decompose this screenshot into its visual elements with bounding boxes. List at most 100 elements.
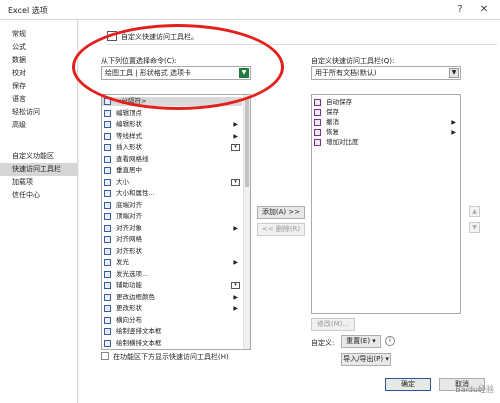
insert-shape-icon bbox=[104, 144, 111, 151]
submenu-arrow-icon: ▶ bbox=[233, 121, 238, 128]
align-top-icon bbox=[104, 213, 111, 220]
command-label: 绘制横排文本框 bbox=[116, 338, 162, 347]
command-label: 编辑形状 bbox=[116, 120, 142, 128]
command-label: 发光 bbox=[116, 258, 129, 266]
nav-item[interactable]: 高级 bbox=[0, 119, 78, 132]
command-row[interactable]: 垂直居中 bbox=[102, 166, 242, 175]
qat-label: 撤消 bbox=[326, 118, 339, 126]
align-bottom-icon bbox=[104, 201, 111, 209]
nav-item[interactable]: 常规 bbox=[0, 28, 78, 41]
move-up-button[interactable]: ▲ bbox=[469, 206, 480, 217]
qat-label: 自动保存 bbox=[326, 98, 352, 106]
save-icon bbox=[314, 109, 321, 116]
contrast-icon bbox=[314, 139, 321, 146]
customize-qat-dropdown[interactable]: 用于所有文档(默认) ▼ bbox=[311, 66, 461, 80]
chevron-down-icon: ▼ bbox=[449, 68, 459, 78]
import-export-dropdown[interactable]: 导入/导出(P) ▾ bbox=[341, 353, 391, 366]
command-label: 插入形状 bbox=[116, 143, 142, 151]
command-label: 垂直居中 bbox=[116, 166, 142, 174]
command-row[interactable]: 编辑形状 ▶ bbox=[102, 120, 242, 129]
command-row[interactable]: 横向分布 bbox=[102, 316, 242, 325]
nav-item[interactable]: 加载项 bbox=[0, 176, 78, 189]
command-label: 查看网格线 bbox=[116, 154, 149, 163]
command-row[interactable]: 对齐对象 ▶ bbox=[102, 224, 242, 233]
qat-row[interactable]: 自动保存 bbox=[312, 98, 460, 107]
command-row[interactable]: 大小 ▾ bbox=[102, 178, 242, 187]
modify-button[interactable]: 修改(M)... bbox=[311, 318, 355, 331]
line-style-icon bbox=[104, 132, 111, 140]
qat-label: 恢复 bbox=[326, 128, 339, 136]
nav-item[interactable]: 自定义功能区 bbox=[0, 150, 78, 163]
align-middle-icon bbox=[104, 167, 111, 174]
snap-grid-icon bbox=[104, 236, 111, 243]
command-label: 底端对齐 bbox=[116, 200, 142, 209]
command-label: 对齐形状 bbox=[116, 246, 142, 255]
command-row[interactable]: 顶端对齐 bbox=[102, 212, 242, 221]
command-label: 编辑顶点 bbox=[116, 108, 142, 117]
command-row[interactable]: 查看网格线 bbox=[102, 155, 242, 164]
command-row[interactable]: 更改形状 ▶ bbox=[102, 304, 242, 313]
change-shape-icon bbox=[104, 305, 111, 312]
command-label: 更改边框颜色 bbox=[116, 292, 155, 301]
command-row[interactable]: 大小和属性... bbox=[102, 189, 242, 198]
autosave-icon bbox=[314, 99, 321, 106]
command-row[interactable]: 对齐网格 bbox=[102, 235, 242, 244]
command-row[interactable]: 绘制横排文本框 bbox=[102, 339, 242, 348]
submenu-arrow-icon: ▶ bbox=[233, 132, 238, 140]
title-bar: Excel 选项 ? ✕ bbox=[0, 0, 500, 20]
command-label: 横向分布 bbox=[116, 315, 142, 324]
help-button[interactable]: ? bbox=[452, 2, 468, 18]
qat-commands-list[interactable]: 自动保存保存撤消 ▶ 恢复 ▶ 增加对比度 bbox=[311, 94, 461, 314]
distribute-h-icon bbox=[104, 316, 111, 324]
command-row[interactable]: 底端对齐 bbox=[102, 201, 242, 210]
qat-label: 增加对比度 bbox=[326, 138, 359, 146]
ok-button[interactable]: 确定 bbox=[385, 378, 431, 391]
dropdown-indicator-icon: ▾ bbox=[231, 178, 240, 186]
nav-item[interactable]: 快速访问工具栏 bbox=[0, 163, 78, 176]
edit-points-icon bbox=[104, 109, 111, 117]
command-row[interactable]: 对齐形状 bbox=[102, 247, 242, 256]
submenu-arrow-icon: ▶ bbox=[233, 293, 238, 301]
dropdown-indicator-icon: ▾ bbox=[231, 144, 240, 151]
scrollbar-thumb[interactable] bbox=[245, 97, 249, 187]
import-export-label: 导入/导出(P) bbox=[343, 355, 384, 363]
gridlines-icon bbox=[104, 155, 111, 163]
command-row[interactable]: 绘制竖排文本框 bbox=[102, 327, 242, 336]
dropdown-indicator-icon: ▾ bbox=[231, 282, 240, 289]
border-color-icon bbox=[104, 293, 111, 301]
command-row[interactable]: 更改边框颜色 ▶ bbox=[102, 293, 242, 302]
annotation-oval bbox=[72, 24, 284, 110]
undo-icon bbox=[314, 119, 321, 126]
submenu-arrow-icon: ▶ bbox=[233, 259, 238, 266]
nav-item[interactable]: 轻松访问 bbox=[0, 106, 78, 119]
remove-button[interactable]: << 删除(R) bbox=[257, 223, 305, 236]
nav-item[interactable]: 数据 bbox=[0, 54, 78, 67]
add-button[interactable]: 添加(A) >> bbox=[257, 206, 305, 219]
qat-row[interactable]: 撤消 ▶ bbox=[312, 118, 460, 127]
horizontal-textbox-icon bbox=[104, 339, 111, 347]
command-row[interactable]: 等线样式 ▶ bbox=[102, 132, 242, 141]
command-row[interactable]: 发光选项... bbox=[102, 270, 242, 279]
customize-label: 自定义: bbox=[311, 339, 335, 347]
close-button[interactable]: ✕ bbox=[476, 2, 492, 18]
reset-label: 重置(E) bbox=[346, 337, 371, 345]
command-row[interactable]: 发光 ▶ bbox=[102, 258, 242, 267]
nav-item[interactable]: 信任中心 bbox=[0, 189, 78, 202]
nav-item[interactable]: 公式 bbox=[0, 41, 78, 54]
command-row[interactable]: 辅助功能 ▾ bbox=[102, 281, 242, 290]
qat-row[interactable]: 保存 bbox=[312, 108, 460, 117]
nav-item[interactable]: 语言 bbox=[0, 93, 78, 106]
move-down-button[interactable]: ▼ bbox=[469, 222, 480, 233]
command-row[interactable]: 插入形状 ▾ bbox=[102, 143, 242, 152]
commands-list[interactable]: <分隔符> 编辑顶点 编辑形状 ▶ 等线样式 ▶ 插入形状 ▾ 查看网格线 垂直居中 大小 ▾ 大小和属… bbox=[101, 94, 251, 350]
customize-qat-value: 用于所有文档(默认) bbox=[315, 69, 377, 77]
nav-item[interactable]: 校对 bbox=[0, 67, 78, 80]
vertical-textbox-icon bbox=[104, 328, 111, 335]
qat-label: 保存 bbox=[326, 108, 339, 116]
qat-row[interactable]: 恢复 ▶ bbox=[312, 128, 460, 137]
reset-dropdown[interactable]: 重置(E) ▾ bbox=[341, 335, 381, 348]
commands-scrollbar[interactable] bbox=[243, 95, 250, 349]
nav-item[interactable]: 保存 bbox=[0, 80, 78, 93]
qat-row[interactable]: 增加对比度 bbox=[312, 138, 460, 147]
show-below-ribbon-checkbox[interactable] bbox=[101, 352, 109, 360]
